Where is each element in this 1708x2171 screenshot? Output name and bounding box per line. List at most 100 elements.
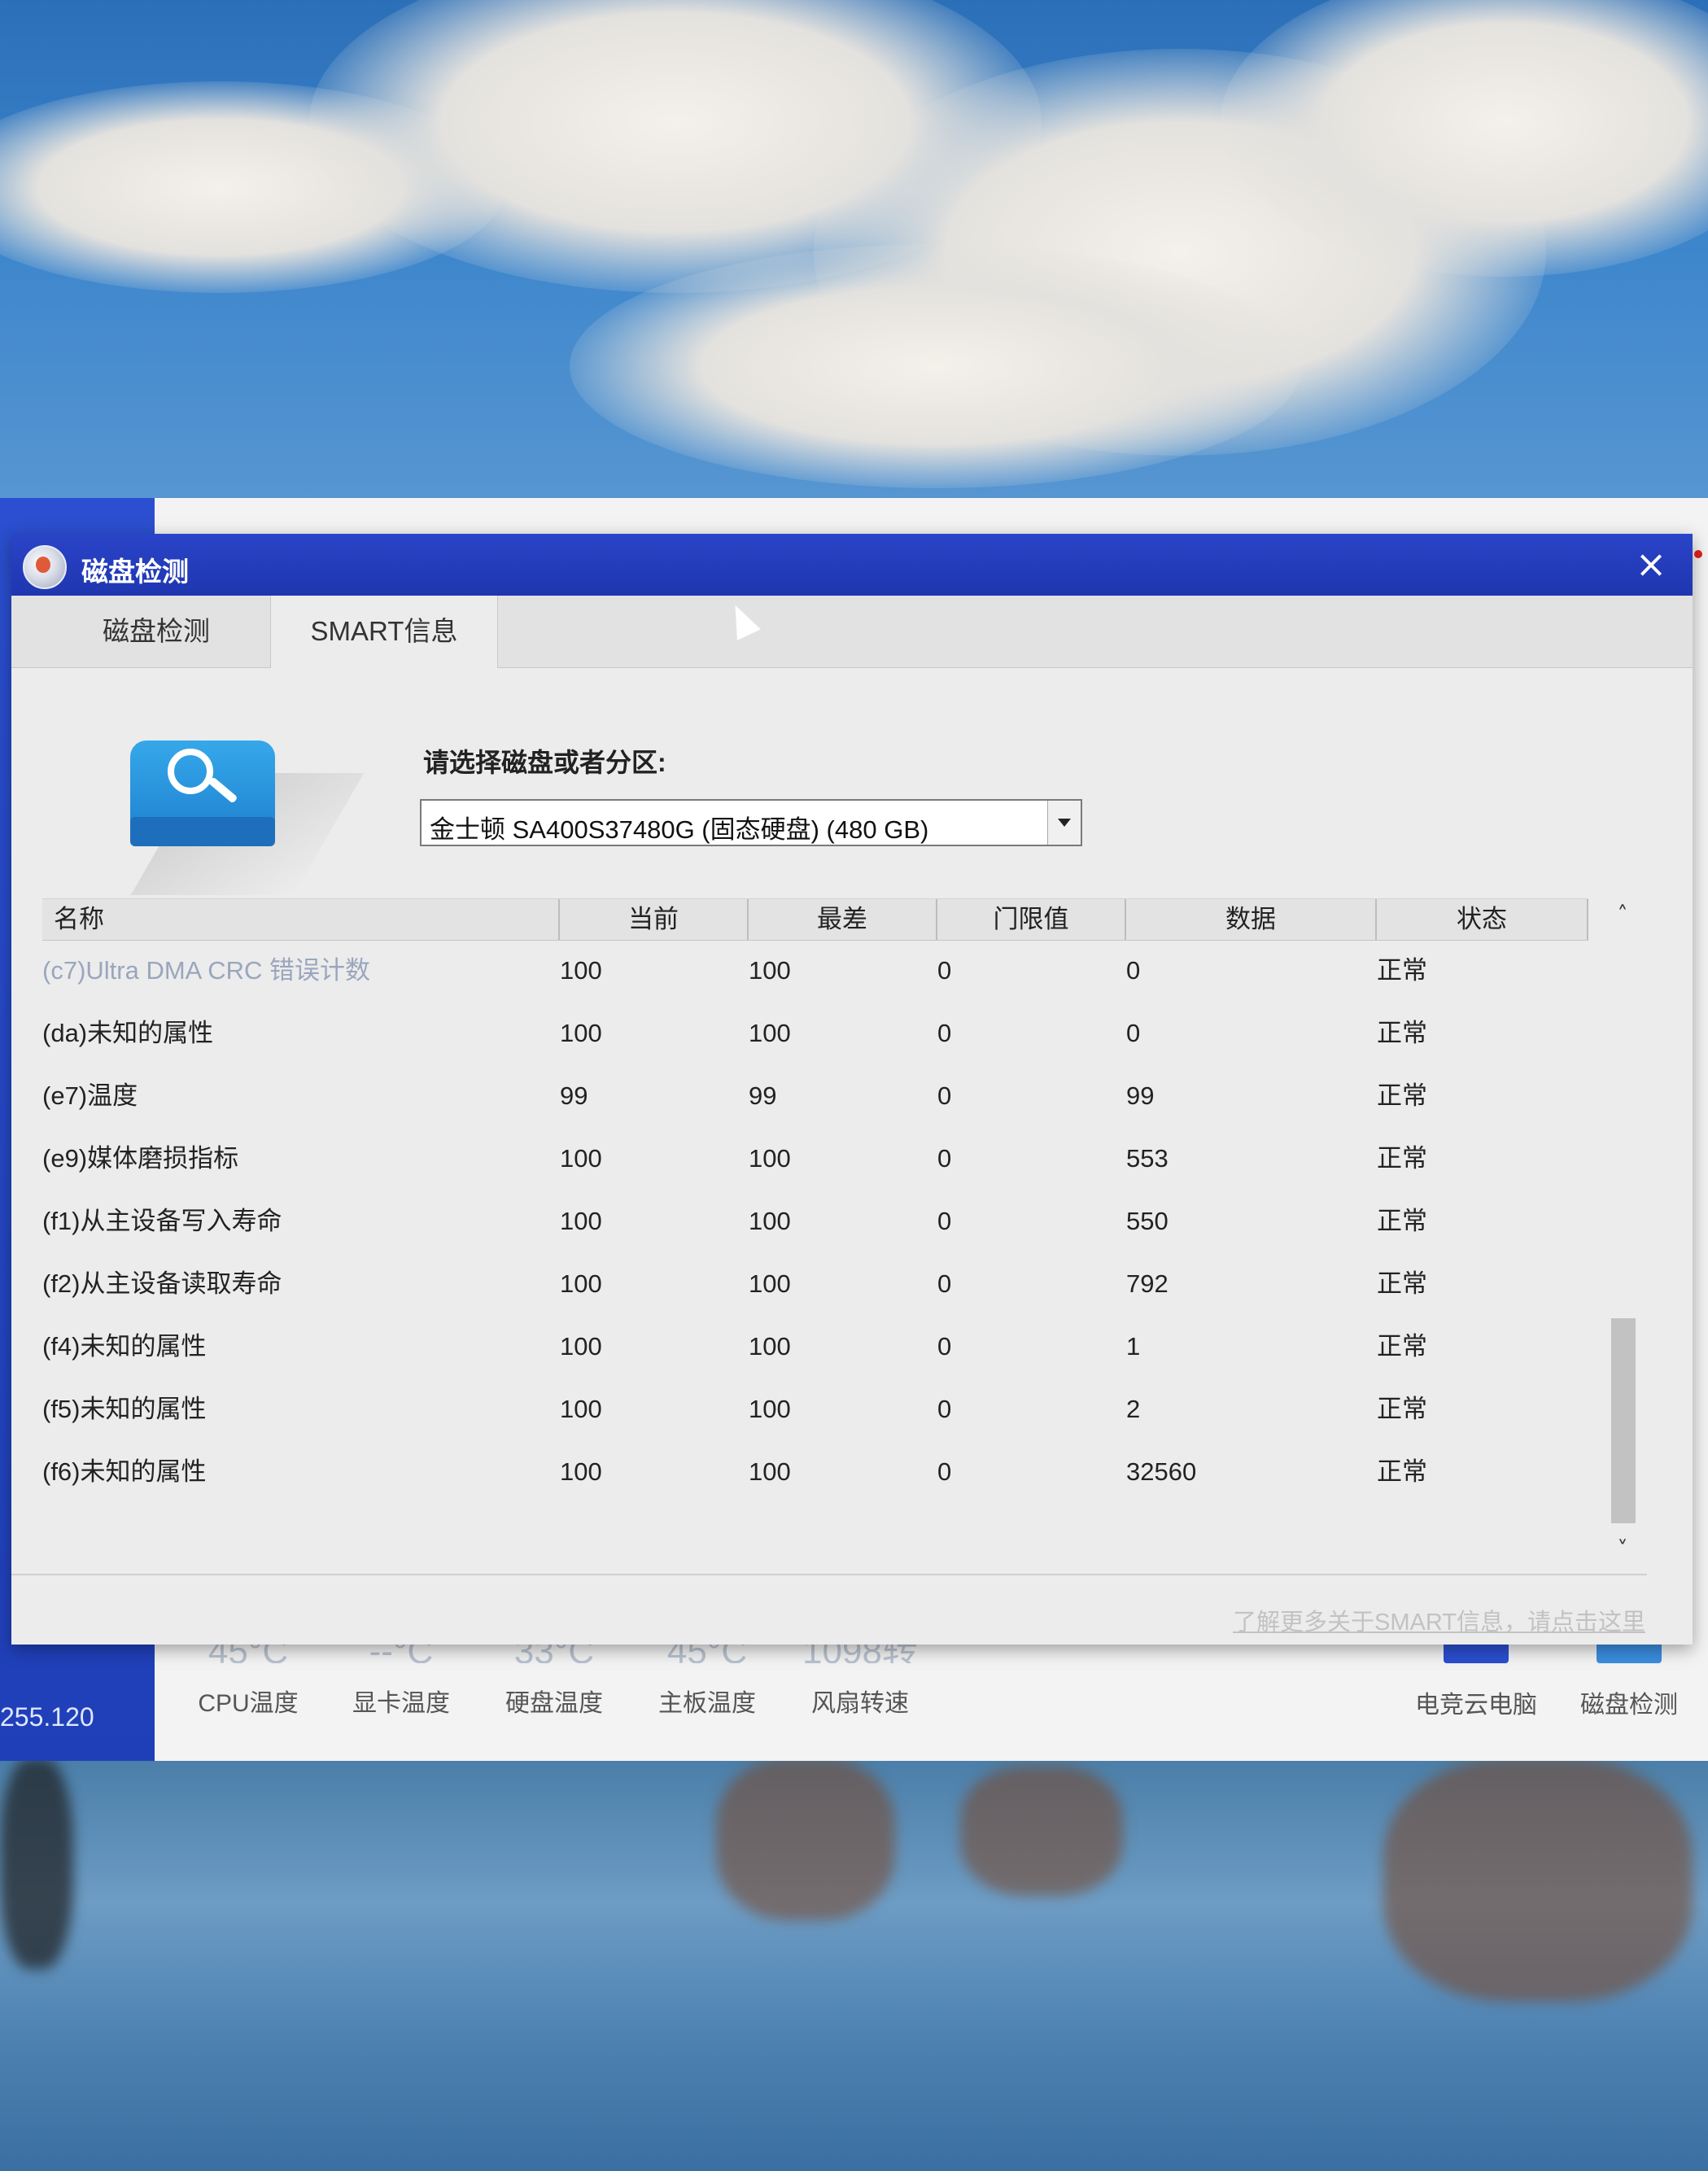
cell-current: 100 (560, 1269, 602, 1298)
scroll-thumb[interactable] (1611, 1318, 1636, 1523)
tool-label: 磁盘检测 (1580, 1692, 1678, 1719)
cell-name: (e9)媒体磨损指标 (42, 1144, 239, 1173)
cell-current: 100 (560, 1332, 602, 1361)
cell-data: 0 (1126, 1019, 1141, 1047)
cell-status: 正常 (1377, 1081, 1427, 1110)
cell-name: (da)未知的属性 (42, 1019, 214, 1047)
cell-name: (c7)Ultra DMA CRC 错误计数 (42, 956, 371, 985)
column-header-status[interactable]: 状态 (1377, 899, 1588, 940)
magnifier-icon (168, 749, 213, 794)
cell-status: 正常 (1377, 1332, 1427, 1361)
ip-address-text: 255.120 (0, 1702, 94, 1732)
table-row[interactable]: (f4)未知的属性 100 100 0 1 正常 (42, 1315, 1588, 1378)
cell-status: 正常 (1377, 1207, 1427, 1235)
cell-name: (f4)未知的属性 (42, 1332, 207, 1361)
cell-threshold: 0 (937, 1081, 952, 1110)
disk-check-dialog: 磁盘检测 × 磁盘检测 SMART信息 请选择磁盘或者分区: 金士顿 SA400… (11, 534, 1693, 1645)
stat-label: 风扇转速 (811, 1690, 909, 1717)
cell-data: 0 (1126, 956, 1141, 985)
disk-search-illustration (117, 732, 365, 895)
cell-status: 正常 (1377, 1457, 1427, 1486)
cell-status: 正常 (1377, 1395, 1427, 1423)
stat-label: CPU温度 (198, 1690, 299, 1717)
cell-data: 553 (1126, 1144, 1169, 1173)
cell-worst: 100 (749, 1457, 791, 1486)
cell-status: 正常 (1377, 1019, 1427, 1047)
cell-current: 99 (560, 1081, 588, 1110)
table-header: 名称 当前 最差 门限值 数据 状态 (42, 898, 1588, 941)
cell-name: (f1)从主设备写入寿命 (42, 1207, 282, 1235)
footer-divider (11, 1574, 1647, 1575)
cell-threshold: 0 (937, 956, 952, 985)
cell-worst: 100 (749, 956, 791, 985)
chevron-down-icon[interactable] (1047, 801, 1081, 845)
cell-threshold: 0 (937, 1269, 952, 1298)
disk-select-dropdown[interactable]: 金士顿 SA400S37480G (固态硬盘) (480 GB) (420, 799, 1082, 846)
table-row[interactable]: (f5)未知的属性 100 100 0 2 正常 (42, 1378, 1588, 1440)
cell-name: (f6)未知的属性 (42, 1457, 207, 1486)
disk-select-value: 金士顿 SA400S37480G (固态硬盘) (480 GB) (430, 815, 929, 844)
tab-smart-info[interactable]: SMART信息 (270, 596, 498, 668)
scroll-up-icon[interactable]: ˄ (1608, 898, 1637, 931)
disk-check-tool[interactable]: 磁盘检测 (1556, 1636, 1702, 1720)
notification-dot (1694, 550, 1702, 558)
cell-threshold: 0 (937, 1144, 952, 1173)
close-button[interactable]: × (1631, 544, 1671, 584)
stat-label: 主板温度 (658, 1690, 756, 1717)
cell-data: 99 (1126, 1081, 1155, 1110)
cell-data: 792 (1126, 1269, 1169, 1298)
disk-select-label: 请选择磁盘或者分区: (423, 748, 666, 777)
scroll-down-icon[interactable]: ˅ (1608, 1533, 1637, 1566)
desktop-wallpaper-sky (0, 0, 1708, 537)
cell-data: 2 (1126, 1395, 1141, 1423)
table-row[interactable]: (f2)从主设备读取寿命 100 100 0 792 正常 (42, 1252, 1588, 1315)
column-header-current[interactable]: 当前 (560, 899, 749, 940)
smart-attributes-table: 名称 当前 最差 门限值 数据 状态 (c7)Ultra DMA CRC 错误计… (42, 898, 1637, 1566)
table-row[interactable]: (e7)温度 99 99 0 99 正常 (42, 1064, 1588, 1127)
cell-threshold: 0 (937, 1332, 952, 1361)
column-header-worst[interactable]: 最差 (749, 899, 937, 940)
column-header-threshold[interactable]: 门限值 (937, 899, 1126, 940)
cell-name: (f2)从主设备读取寿命 (42, 1269, 282, 1298)
dialog-title: 磁盘检测 (81, 557, 189, 587)
table-row[interactable]: (f1)从主设备写入寿命 100 100 0 550 正常 (42, 1190, 1588, 1252)
cell-worst: 100 (749, 1332, 791, 1361)
tab-bar: 磁盘检测 SMART信息 (11, 596, 1693, 668)
cell-threshold: 0 (937, 1395, 952, 1423)
stat-label: 硬盘温度 (505, 1690, 603, 1717)
column-header-data[interactable]: 数据 (1126, 899, 1377, 940)
stat-label: 显卡温度 (352, 1690, 450, 1717)
cell-status: 正常 (1377, 1269, 1427, 1298)
table-row[interactable]: (f6)未知的属性 100 100 0 32560 正常 (42, 1440, 1588, 1503)
cell-worst: 100 (749, 1144, 791, 1173)
cell-worst: 99 (749, 1081, 777, 1110)
column-header-name[interactable]: 名称 (42, 899, 560, 940)
cell-current: 100 (560, 956, 602, 985)
table-row[interactable]: (c7)Ultra DMA CRC 错误计数 100 100 0 0 正常 (42, 939, 1588, 1002)
cell-data: 550 (1126, 1207, 1169, 1235)
cell-threshold: 0 (937, 1207, 952, 1235)
cell-threshold: 0 (937, 1457, 952, 1486)
cell-worst: 100 (749, 1269, 791, 1298)
cell-worst: 100 (749, 1019, 791, 1047)
cell-current: 100 (560, 1019, 602, 1047)
tab-disk-check[interactable]: 磁盘检测 (42, 596, 270, 667)
cell-worst: 100 (749, 1207, 791, 1235)
cell-worst: 100 (749, 1395, 791, 1423)
cloud-pc-tool[interactable]: 电竞云电脑 (1403, 1636, 1549, 1720)
desktop-wallpaper-water (0, 1758, 1708, 2171)
cell-name: (f5)未知的属性 (42, 1395, 207, 1423)
table-scrollbar[interactable]: ˄ ˅ (1608, 898, 1637, 1566)
cell-status: 正常 (1377, 1144, 1427, 1173)
cell-current: 100 (560, 1144, 602, 1173)
cell-data: 32560 (1126, 1457, 1197, 1486)
cell-current: 100 (560, 1395, 602, 1423)
smart-help-link[interactable]: 了解更多关于SMART信息，请点击这里 (1233, 1603, 1645, 1637)
app-logo-icon (23, 545, 67, 589)
table-row[interactable]: (e9)媒体磨损指标 100 100 0 553 正常 (42, 1127, 1588, 1190)
cell-name: (e7)温度 (42, 1081, 138, 1110)
cell-current: 100 (560, 1207, 602, 1235)
dialog-titlebar[interactable]: 磁盘检测 × (11, 534, 1693, 596)
table-row[interactable]: (da)未知的属性 100 100 0 0 正常 (42, 1002, 1588, 1064)
cell-status: 正常 (1377, 956, 1427, 985)
